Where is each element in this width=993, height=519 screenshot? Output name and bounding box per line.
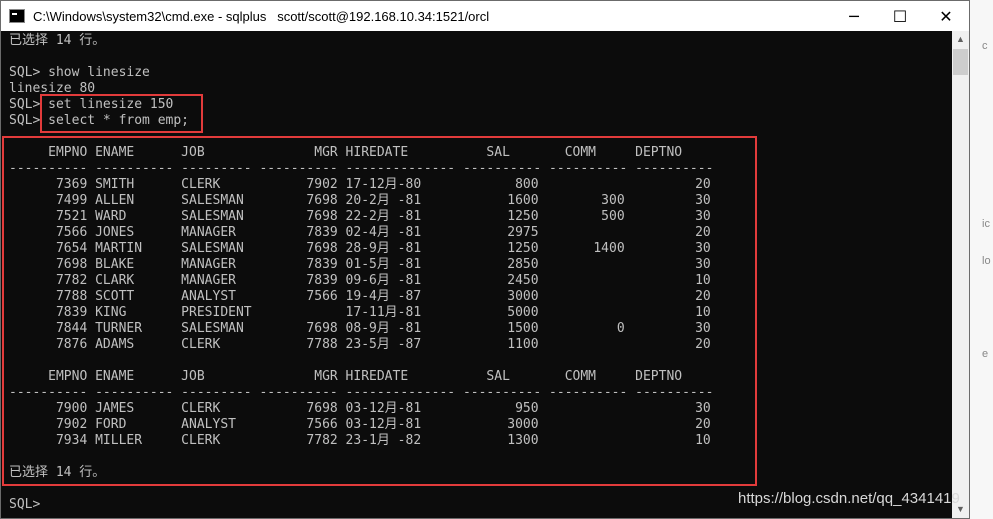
console-line: 7934 MILLER CLERK 7782 23-1月 -82 1300 10	[9, 433, 711, 448]
console-line: 7698 BLAKE MANAGER 7839 01-5月 -81 2850 3…	[9, 257, 711, 272]
scroll-up-arrow-icon[interactable]: ▲	[952, 31, 969, 48]
watermark: https://blog.csdn.net/qq_4341419	[738, 490, 960, 507]
minimize-button[interactable]: ─	[831, 1, 877, 31]
vertical-scrollbar[interactable]: ▲ ▼	[952, 31, 969, 518]
window-controls: ─ ☐ ✕	[831, 1, 969, 31]
console-line: 7521 WARD SALESMAN 7698 22-2月 -81 1250 5…	[9, 209, 711, 224]
console-line: SQL> show linesize	[9, 65, 150, 80]
console-line: 7782 CLARK MANAGER 7839 09-6月 -81 2450 1…	[9, 273, 711, 288]
side-fragment: ic	[982, 218, 990, 230]
title-bar[interactable]: C:\Windows\system32\cmd.exe - sqlplus sc…	[1, 1, 969, 31]
console-line: 7900 JAMES CLERK 7698 03-12月-81 950 30	[9, 401, 711, 416]
console-line: ---------- ---------- --------- --------…	[9, 385, 714, 400]
console-output[interactable]: 已选择 14 行。 SQL> show linesize linesize 80 SQ…	[1, 31, 953, 518]
console-line: SQL> set linesize 150	[9, 97, 174, 112]
console-line: linesize 80	[9, 81, 96, 96]
console-line: 7844 TURNER SALESMAN 7698 08-9月 -81 1500…	[9, 321, 711, 336]
side-fragment: e	[982, 348, 989, 360]
console-line: 7566 JONES MANAGER 7839 02-4月 -81 2975 2…	[9, 225, 711, 240]
cmd-icon	[9, 9, 25, 23]
console-line: 7788 SCOTT ANALYST 7566 19-4月 -87 3000 2…	[9, 289, 711, 304]
console-line: EMPNO ENAME JOB MGR HIREDATE SAL COMM DE…	[9, 369, 683, 384]
console-line: 7654 MARTIN SALESMAN 7698 28-9月 -81 1250…	[9, 241, 711, 256]
window-title: C:\Windows\system32\cmd.exe - sqlplus sc…	[33, 8, 490, 24]
side-fragment: lo	[982, 255, 991, 267]
console-line: 7839 KING PRESIDENT 17-11月-81 5000 10	[9, 305, 711, 320]
console-line: EMPNO ENAME JOB MGR HIREDATE SAL COMM DE…	[9, 145, 683, 160]
console-line: 7902 FORD ANALYST 7566 03-12月-81 3000 20	[9, 417, 711, 432]
console-line: SQL>	[9, 497, 41, 512]
close-button[interactable]: ✕	[923, 1, 969, 31]
console-line: 已选择 14 行。	[9, 33, 106, 48]
console-line: 已选择 14 行。	[9, 465, 106, 480]
console-line: 7369 SMITH CLERK 7902 17-12月-80 800 20	[9, 177, 711, 192]
scrollbar-thumb[interactable]	[953, 49, 968, 75]
console-line: 7876 ADAMS CLERK 7788 23-5月 -87 1100 20	[9, 337, 711, 352]
cmd-window: C:\Windows\system32\cmd.exe - sqlplus sc…	[0, 0, 970, 519]
maximize-button[interactable]: ☐	[877, 1, 923, 31]
side-fragment: c	[982, 40, 988, 52]
console-line: SQL> select * from emp;	[9, 113, 190, 128]
console-line: ---------- ---------- --------- --------…	[9, 161, 714, 176]
console-line: 7499 ALLEN SALESMAN 7698 20-2月 -81 1600 …	[9, 193, 711, 208]
